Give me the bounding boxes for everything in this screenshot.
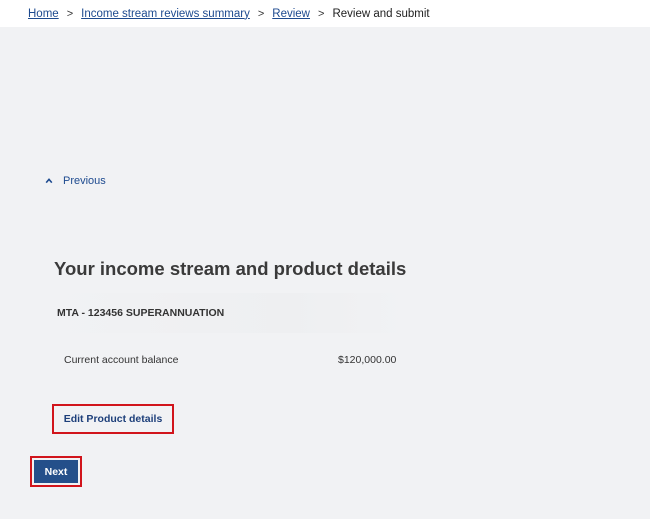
product-header: MTA - 123456 SUPERANNUATION — [48, 293, 650, 333]
breadcrumb: Home > Income stream reviews summary > R… — [0, 0, 650, 27]
page: Home > Income stream reviews summary > R… — [0, 0, 650, 519]
edit-product-details-button[interactable]: Edit Product details — [52, 404, 174, 434]
breadcrumb-separator: > — [66, 7, 74, 20]
breadcrumb-separator: > — [257, 7, 265, 20]
next-button-highlight: Next — [30, 456, 82, 487]
chevron-up-icon — [45, 178, 53, 184]
next-button[interactable]: Next — [34, 460, 78, 483]
breadcrumb-home-link[interactable]: Home — [28, 8, 59, 20]
breadcrumb-review-link[interactable]: Review — [272, 8, 310, 20]
breadcrumb-current: Review and submit — [332, 7, 430, 20]
previous-link[interactable]: Previous — [45, 175, 106, 187]
product-name: MTA - 123456 SUPERANNUATION — [57, 307, 225, 319]
previous-label: Previous — [63, 175, 106, 187]
balance-value: $120,000.00 — [338, 354, 397, 366]
breadcrumb-separator: > — [318, 7, 325, 20]
section-title: Your income stream and product details — [54, 258, 407, 279]
balance-label: Current account balance — [64, 354, 179, 366]
breadcrumb-income-stream-reviews-link[interactable]: Income stream reviews summary — [81, 8, 250, 20]
